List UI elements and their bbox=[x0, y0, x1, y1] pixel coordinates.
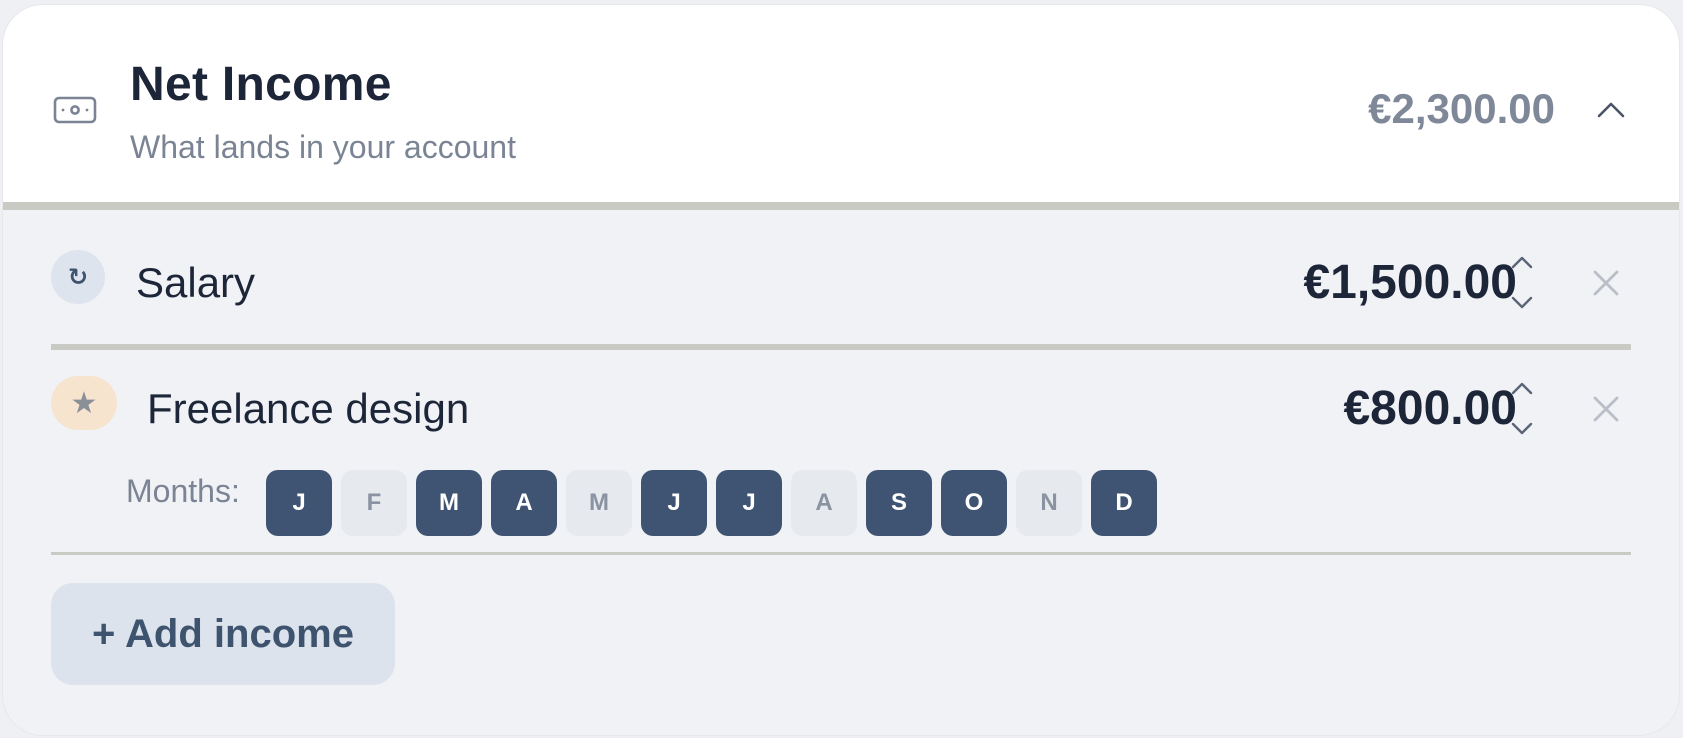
row-divider bbox=[51, 552, 1631, 555]
income-name-freelance[interactable]: Freelance design bbox=[147, 385, 469, 433]
section-total: €2,300.00 bbox=[1368, 85, 1555, 132]
reorder-stepper-icon[interactable] bbox=[1505, 251, 1539, 315]
section-subtitle: What lands in your account bbox=[130, 129, 516, 165]
row-divider bbox=[51, 344, 1631, 350]
month-toggle[interactable]: J bbox=[266, 470, 332, 536]
month-toggle[interactable]: M bbox=[416, 470, 482, 536]
month-toggle[interactable]: A bbox=[791, 470, 857, 536]
month-toggle[interactable]: J bbox=[641, 470, 707, 536]
month-toggle[interactable]: J bbox=[716, 470, 782, 536]
month-toggle[interactable]: N bbox=[1016, 470, 1082, 536]
section-header: Net Income What lands in your account €2… bbox=[3, 5, 1679, 210]
add-income-button[interactable]: + Add income bbox=[51, 583, 395, 685]
close-icon[interactable] bbox=[1589, 392, 1623, 426]
month-selector: J F M A M J J A S O N D bbox=[266, 470, 1157, 536]
month-toggle[interactable]: S bbox=[866, 470, 932, 536]
month-toggle[interactable]: D bbox=[1091, 470, 1157, 536]
income-amount-salary[interactable]: €1,500.00 bbox=[1303, 255, 1517, 310]
income-amount-freelance[interactable]: €800.00 bbox=[1343, 381, 1517, 436]
month-toggle[interactable]: A bbox=[491, 470, 557, 536]
recurring-icon: ↻ bbox=[51, 250, 105, 304]
month-toggle[interactable]: F bbox=[341, 470, 407, 536]
star-icon: ★ bbox=[51, 376, 117, 430]
reorder-stepper-icon[interactable] bbox=[1505, 377, 1539, 441]
months-label: Months: bbox=[126, 473, 240, 509]
income-name-salary[interactable]: Salary bbox=[136, 259, 255, 307]
banknote-icon bbox=[53, 96, 97, 124]
close-icon[interactable] bbox=[1589, 266, 1623, 300]
section-title: Net Income bbox=[130, 58, 392, 111]
month-toggle[interactable]: O bbox=[941, 470, 1007, 536]
net-income-card: Net Income What lands in your account €2… bbox=[3, 5, 1679, 735]
chevron-up-icon[interactable] bbox=[1593, 95, 1629, 125]
month-toggle[interactable]: M bbox=[566, 470, 632, 536]
